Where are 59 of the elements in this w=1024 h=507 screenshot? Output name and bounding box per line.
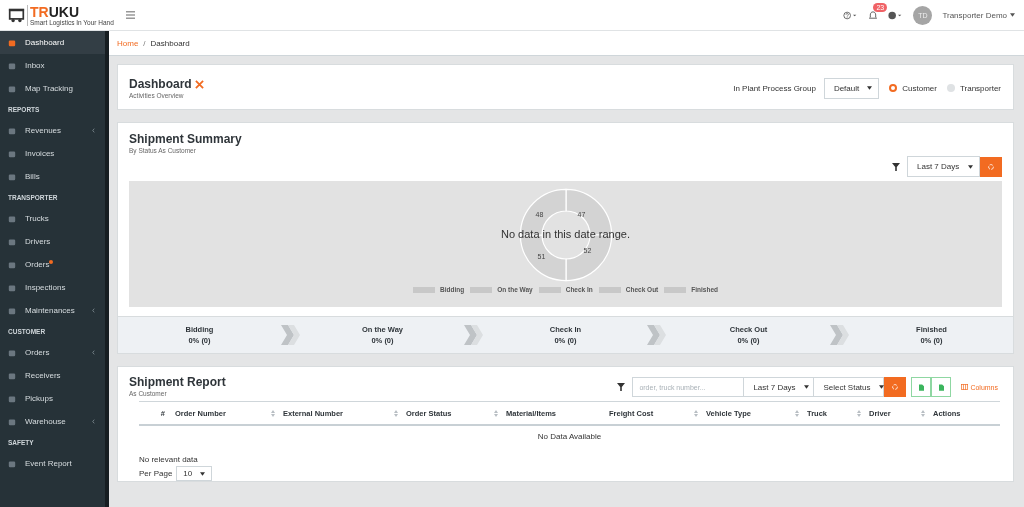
caret-icon (1010, 13, 1015, 17)
section-title: Shipment Report (129, 375, 226, 389)
legend-swatch (538, 286, 561, 293)
empty-table-message: No Data Available (536, 431, 603, 443)
breadcrumb-current: Dashboard (150, 38, 190, 48)
columns-icon (961, 384, 969, 390)
legend-swatch (412, 286, 435, 293)
sidebar-item[interactable]: Inspections (0, 276, 105, 299)
refresh-icon (891, 383, 900, 391)
menu-icon[interactable] (125, 11, 135, 19)
legend-swatch (598, 286, 621, 293)
caret-icon (803, 385, 809, 389)
per-page-label: Per Page (139, 469, 173, 478)
refresh-icon (987, 162, 995, 171)
caret-icon (968, 164, 973, 169)
per-page-select[interactable]: 10 (176, 466, 213, 481)
status-select[interactable]: Select Status (814, 377, 885, 397)
group-select[interactable]: Default (823, 77, 880, 99)
sidebar-item[interactable]: Maintenances (0, 299, 105, 322)
chevron-arrow-icon (647, 325, 667, 345)
sidebar-item[interactable]: Trucks (0, 207, 105, 230)
sidebar-item[interactable]: Warehouse (0, 410, 105, 433)
refresh-button[interactable] (884, 377, 907, 397)
sidebar-item[interactable]: Orders (0, 341, 105, 364)
page-title: Dashboard (129, 77, 192, 91)
export-excel-button[interactable] (911, 377, 932, 397)
chart-message: No data in this date range. (501, 227, 630, 240)
sidebar-item[interactable]: Event Report (0, 452, 105, 475)
caret-icon (867, 86, 873, 90)
sidebar-item[interactable]: Inbox (0, 54, 105, 77)
caret-icon (200, 471, 206, 476)
chevron-arrow-icon (464, 325, 484, 345)
role-radio[interactable]: Transporter (946, 83, 1001, 93)
group-label: In Plant Process Group (733, 83, 816, 93)
legend-swatch (470, 286, 493, 293)
chevron-arrow-icon (281, 325, 301, 345)
sidebar-item[interactable]: Pickups (0, 387, 105, 410)
sidebar-item[interactable]: Receivers (0, 364, 105, 387)
sidebar-item[interactable]: Orders (0, 253, 105, 276)
filter-icon[interactable] (892, 162, 900, 171)
role-radio[interactable]: Customer (889, 83, 937, 93)
sidebar-item[interactable]: Map Tracking (0, 77, 105, 100)
sidebar-item[interactable]: Invoices (0, 142, 105, 165)
section-title: Shipment Summary (129, 132, 243, 146)
legend-swatch (664, 286, 687, 293)
filter-icon[interactable] (617, 383, 626, 391)
chevron-arrow-icon (830, 325, 850, 345)
caret-icon (878, 385, 884, 389)
user-menu[interactable]: Transporter Demo (942, 10, 1015, 20)
sidebar-item[interactable]: Dashboard (0, 31, 105, 54)
date-range-select[interactable]: Last 7 Days (907, 156, 980, 177)
refresh-button[interactable] (980, 156, 1002, 177)
sidebar-item[interactable]: Revenues (0, 119, 105, 142)
sidebar-item[interactable]: Drivers (0, 230, 105, 253)
export-csv-button[interactable] (931, 377, 952, 397)
sidebar-item[interactable]: Bills (0, 165, 105, 188)
date-range-select[interactable]: Last 7 Days (744, 377, 815, 397)
breadcrumb-separator: / (143, 38, 146, 48)
footer-note: No relevant data (139, 455, 199, 464)
